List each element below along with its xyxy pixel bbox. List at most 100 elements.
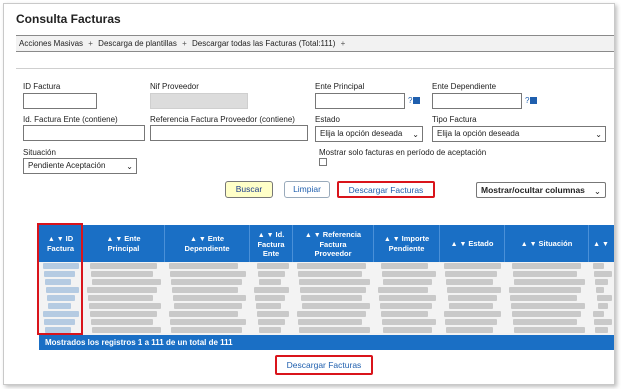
page-title: Consulta Facturas (16, 12, 121, 26)
descargar-facturas-button-bottom[interactable]: Descargar Facturas (275, 355, 373, 375)
table-cell-redacted (258, 271, 285, 277)
table-cell-redacted (87, 287, 157, 293)
ente-principal-help[interactable]: ? (408, 96, 421, 105)
chevron-down-icon: ⌄ (593, 186, 601, 196)
columnas-toggle-select[interactable]: Mostrar/ocultar columnas ⌄ (476, 182, 606, 198)
column-header-2[interactable]: ▲ ▼ Ente Dependiente (165, 225, 250, 262)
limpiar-button[interactable]: Limpiar (284, 181, 330, 198)
table-cell-redacted (513, 271, 577, 277)
table-cell-redacted (169, 263, 238, 269)
table-cell-redacted (597, 295, 612, 301)
column-header-6[interactable]: ▲ ▼ Estado (440, 225, 505, 262)
table-cell-redacted (170, 319, 246, 325)
column-header-label: Pendiente (388, 244, 425, 253)
column-header-1[interactable]: ▲ ▼ Ente Principal (83, 225, 165, 262)
table-cell-redacted (448, 295, 497, 301)
column-header-label: Importe (401, 234, 430, 243)
id-column-highlight (37, 223, 83, 335)
table-row[interactable] (39, 278, 614, 286)
column-header-7[interactable]: ▲ ▼ Situación (505, 225, 589, 262)
table-row[interactable] (39, 302, 614, 310)
breadcrumb-item-acciones-masivas[interactable]: Acciones Masivas (19, 39, 83, 48)
id-factura-ente-label: Id. Factura Ente (contiene) (23, 115, 118, 124)
buscar-button[interactable]: Buscar (225, 181, 273, 198)
table-row[interactable] (39, 262, 614, 270)
chevron-down-icon: ⌄ (595, 130, 602, 139)
column-header-label: Situación (538, 238, 573, 248)
column-header-4[interactable]: ▲ ▼ Referencia Factura Proveedor (293, 225, 374, 262)
sort-icon: ▲ ▼ (106, 236, 123, 243)
table-cell-redacted (509, 287, 581, 293)
table-cell-redacted (449, 303, 493, 309)
column-header-label: Ente (207, 234, 225, 243)
table-cell-redacted (90, 263, 157, 269)
column-header-label: Estado (468, 238, 494, 248)
table-cell-redacted (511, 303, 585, 309)
table-cell-redacted (298, 319, 362, 325)
id-factura-input[interactable] (23, 93, 97, 109)
id-factura-ente-input[interactable] (23, 125, 145, 141)
breadcrumb-item-descargar-todas[interactable]: Descargar todas las Facturas (Total:111) (192, 39, 335, 48)
ref-proveedor-input[interactable] (150, 125, 308, 141)
ref-proveedor-label: Referencia Factura Proveedor (contiene) (150, 115, 295, 124)
table-row[interactable] (39, 310, 614, 318)
table-body (39, 262, 614, 335)
situacion-select[interactable]: Pendiente Aceptación ⌄ (23, 158, 137, 174)
ente-principal-label: Ente Principal (315, 82, 365, 91)
table-cell-redacted (596, 287, 604, 293)
facturas-table: ▲ ▼ ID Factura ▲ ▼ Ente Principal ▲ ▼ Ente Depen… (39, 225, 614, 350)
sort-icon: ▲ ▼ (593, 240, 609, 248)
column-header-label: Proveedor (314, 248, 352, 258)
ente-dependiente-help[interactable]: ? (525, 96, 538, 105)
estado-select[interactable]: Elija la opción deseada ⌄ (315, 126, 423, 142)
table-cell-redacted (512, 311, 581, 317)
column-header-5[interactable]: ▲ ▼ Importe Pendiente (374, 225, 440, 262)
sort-icon: ▲ ▼ (383, 236, 400, 243)
table-cell-redacted (593, 263, 604, 269)
table-row[interactable] (39, 270, 614, 278)
table-row[interactable] (39, 286, 614, 294)
tipo-factura-label: Tipo Factura (432, 115, 477, 124)
table-cell-redacted (299, 279, 370, 285)
ente-principal-input[interactable] (315, 93, 405, 109)
table-cell-redacted (171, 279, 242, 285)
table-cell-redacted (514, 327, 585, 333)
table-cell-redacted (595, 279, 608, 285)
tipo-factura-select[interactable]: Elija la opción deseada ⌄ (432, 126, 606, 142)
breadcrumb-separator: + (340, 39, 346, 48)
table-row[interactable] (39, 294, 614, 302)
table-cell-redacted (378, 287, 428, 293)
table-cell-redacted (383, 327, 432, 333)
id-factura-label: ID Factura (23, 82, 61, 91)
table-cell-redacted (514, 279, 585, 285)
table-cell-redacted (259, 327, 281, 333)
breadcrumb-separator: + (88, 39, 93, 48)
nif-proveedor-input[interactable] (150, 93, 248, 109)
table-cell-redacted (446, 279, 493, 285)
table-cell-redacted (383, 279, 432, 285)
table-cell-redacted (444, 263, 501, 269)
table-cell-redacted (300, 287, 366, 293)
table-cell-redacted (380, 303, 432, 309)
table-cell-redacted (447, 287, 501, 293)
table-cell-redacted (255, 295, 285, 301)
column-header-3[interactable]: ▲ ▼ Id. Factura Ente (250, 225, 293, 262)
ente-dependiente-label: Ente Dependiente (432, 82, 497, 91)
table-cell-redacted (173, 295, 246, 301)
descargar-facturas-button-top[interactable]: Descargar Facturas (337, 181, 435, 198)
nif-proveedor-label: Nif Proveedor (150, 82, 199, 91)
table-row[interactable] (39, 318, 614, 326)
chevron-down-icon: ⌄ (126, 162, 133, 171)
table-cell-redacted (445, 319, 497, 325)
column-header-8[interactable]: ▲ ▼ (589, 225, 614, 262)
table-cell-redacted (594, 271, 612, 277)
table-cell-redacted (298, 271, 362, 277)
table-cell-redacted (382, 319, 436, 325)
ente-dependiente-input[interactable] (432, 93, 522, 109)
solo-periodo-checkbox[interactable] (319, 158, 327, 166)
breadcrumb-item-descarga-plantillas[interactable]: Descarga de plantillas (98, 39, 177, 48)
table-cell-redacted (259, 279, 281, 285)
chevron-down-icon: ⌄ (412, 130, 419, 139)
table-row[interactable] (39, 326, 614, 334)
table-cell-redacted (593, 311, 604, 317)
